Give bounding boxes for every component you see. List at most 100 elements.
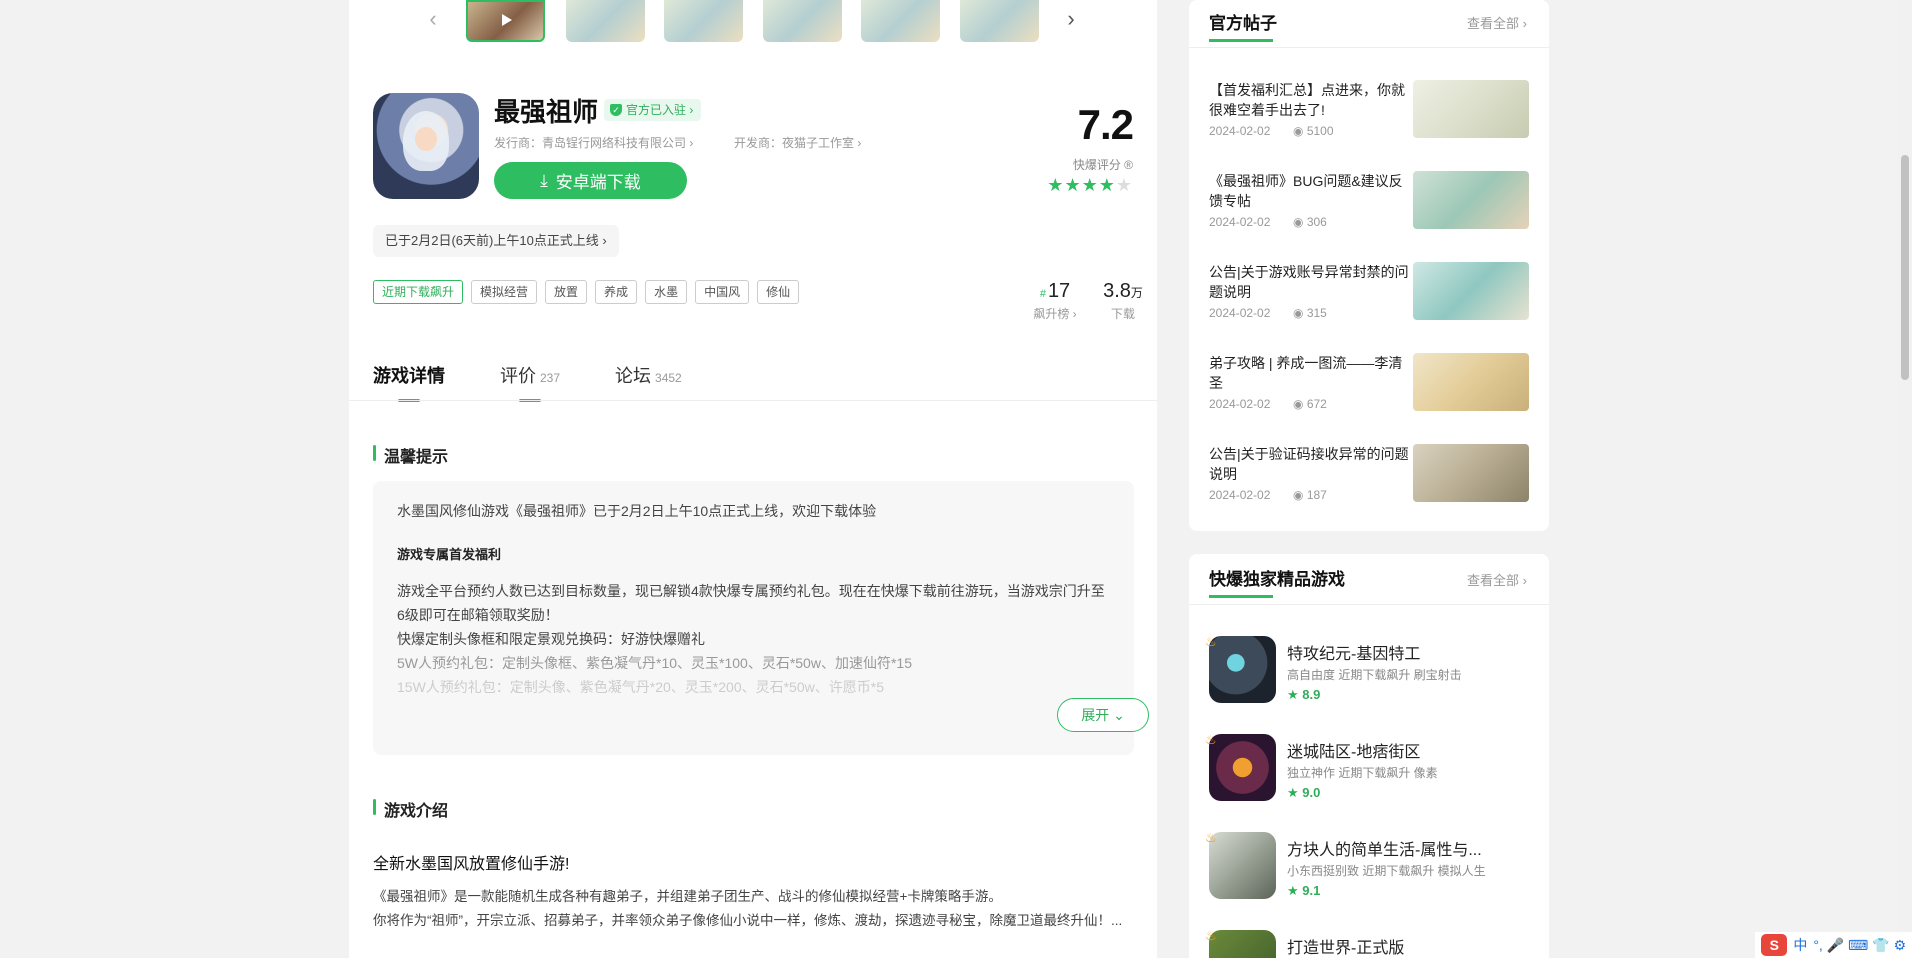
game-item[interactable]: ♨ 方块人的简单生活-属性与... 小东西挺别致 近期下载飙升 模拟人生 ★ 9.1	[1205, 830, 1529, 902]
screenshot-thumbnail[interactable]	[566, 0, 645, 42]
screenshot-thumbnail[interactable]	[763, 0, 842, 42]
eye-icon: ◉	[1293, 215, 1307, 229]
intro-body: 《最强祖师》是一款能随机生成各种有趣弟子，并组建弟子团生产、战斗的修仙模拟经营+…	[373, 885, 1143, 933]
rank-stat[interactable]: #17 飙升榜 ›	[1025, 280, 1085, 322]
post-views: ◉ 5100	[1293, 124, 1334, 138]
game-tags: 近期下载飙升 模拟经营 放置 养成 水墨 中国风 修仙	[373, 280, 800, 304]
developer-link[interactable]: 开发商：夜猫子工作室 ›	[734, 134, 861, 151]
game-tag[interactable]: 中国风	[695, 280, 750, 304]
game-detail-panel: ‹ › 最强祖师 ✓ 官方已入驻 › 发行商：青岛锃行网络科技有限公司 › 开发…	[349, 0, 1157, 958]
scrollbar-thumb[interactable]	[1901, 155, 1909, 380]
game-tags-line: 高自由度 近期下载飙升 刷宝射击	[1287, 668, 1462, 682]
game-tag[interactable]: 放置	[545, 280, 588, 304]
download-icon: ⤓	[540, 170, 548, 190]
eye-icon: ◉	[1293, 488, 1307, 502]
game-name: 方块人的简单生活-属性与...	[1287, 842, 1482, 859]
game-tags-line: 小东西挺别致 近期下载飙升 模拟人生	[1287, 864, 1486, 878]
downloads-label: 下载	[1110, 307, 1135, 321]
screenshot-thumbnail[interactable]	[664, 0, 743, 42]
game-item[interactable]: ♨ 打造世界-正式版	[1205, 928, 1529, 958]
ime-toolbar[interactable]: S 中 °, 🎤 ⌨ 👕 ⚙	[1755, 932, 1912, 958]
intro-heading: 游戏介绍	[373, 797, 448, 821]
post-item[interactable]: 弟子攻略 | 养成一图流——李清圣 2024-02-02 ◉ 672	[1209, 353, 1529, 413]
official-badge[interactable]: ✓ 官方已入驻 ›	[604, 99, 702, 121]
post-item[interactable]: 公告|关于游戏账号异常封禁的问题说明 2024-02-02 ◉ 315	[1209, 262, 1529, 322]
post-views: ◉ 187	[1293, 488, 1327, 502]
game-title: 最强祖师	[494, 97, 599, 127]
publisher-link[interactable]: 发行商：青岛锃行网络科技有限公司 ›	[494, 134, 693, 151]
post-title: 《最强祖师》BUG问题&建议反馈专帖	[1209, 173, 1403, 209]
tab-label: 评价	[500, 366, 536, 386]
post-thumbnail	[1413, 262, 1529, 320]
game-item[interactable]: ♨ 迷城陆区-地痞街区 独立神作 近期下载飙升 像素 ★ 9.0	[1205, 732, 1529, 804]
video-thumbnail[interactable]	[466, 0, 545, 42]
tab-reviews[interactable]: 评价 237	[500, 362, 560, 402]
tab-label: 论坛	[615, 366, 652, 386]
hot-fire-icon: ♨	[1205, 830, 1217, 845]
rank-number: 17	[1047, 280, 1071, 302]
eye-icon: ◉	[1293, 306, 1307, 320]
game-tag[interactable]: 模拟经营	[471, 280, 538, 304]
detail-tabs: 游戏详情 评价 237 论坛 3452	[373, 362, 682, 402]
game-tags-line: 独立神作 近期下载飙升 像素	[1287, 766, 1438, 780]
post-date: 2024-02-02	[1209, 397, 1271, 411]
game-name: 迷城陆区-地痞街区	[1287, 744, 1421, 761]
downloads-number: 3.8	[1103, 280, 1131, 302]
notice-paragraph: 快爆定制头像框和限定景观兑换码：好游快爆赠礼	[397, 631, 705, 647]
tab-label: 游戏详情	[373, 366, 445, 386]
tab-forum[interactable]: 论坛 3452	[615, 362, 682, 388]
post-title: 公告|关于验证码接收异常的问题说明	[1209, 446, 1409, 482]
post-views: ◉ 306	[1293, 215, 1327, 229]
next-arrow-icon[interactable]: ›	[1061, 6, 1081, 32]
posts-see-all-link[interactable]: 查看全部 ›	[1467, 13, 1527, 32]
android-download-button[interactable]: ⤓ 安卓端下载	[494, 162, 687, 199]
game-name: 特攻纪元-基因特工	[1287, 646, 1421, 663]
star-icon: ★	[1081, 175, 1099, 195]
post-thumbnail	[1413, 444, 1529, 502]
post-item[interactable]: 公告|关于验证码接收异常的问题说明 2024-02-02 ◉ 187	[1209, 444, 1529, 504]
eye-icon: ◉	[1293, 124, 1307, 138]
exclusive-games-card: 快爆独家精品游戏 查看全部 › ♨ 特攻纪元-基因特工高自由度 近期下载飙升 刷宝…	[1189, 554, 1549, 958]
post-views: ◉ 315	[1293, 306, 1327, 320]
official-posts-card: 官方帖子 查看全部 › 【首发福利汇总】点进来，你就很难空着手出去了! 2024-…	[1189, 0, 1549, 531]
launch-note[interactable]: 已于2月2日(6天前)上午10点正式上线 ›	[373, 225, 619, 257]
rating-stars: ★★★★★	[1047, 175, 1133, 196]
ime-icons[interactable]: °, 🎤 ⌨ 👕 ⚙	[1813, 937, 1906, 954]
intro-paragraph: 你将作为“祖师”，开宗立派、招募弟子，并率领众弟子像修仙小说中一样，修炼、渡劫，…	[373, 913, 1123, 928]
notice-paragraph: 游戏全平台预约人数已达到目标数量，现已解锁4款快爆专属预约礼包。现在在快爆下载前…	[397, 583, 1105, 623]
post-thumbnail	[1413, 171, 1529, 229]
game-tag[interactable]: 养成	[595, 280, 638, 304]
rating-label: 快爆评分 ®	[1072, 158, 1133, 172]
tab-divider	[349, 400, 1157, 401]
notice-line: 水墨国风修仙游戏《最强祖师》已于2月2日上午10点正式上线，欢迎下载体验	[397, 503, 877, 519]
games-title: 快爆独家精品游戏	[1209, 565, 1345, 598]
game-tag[interactable]: 水墨	[645, 280, 688, 304]
star-icon: ★	[1047, 175, 1065, 195]
star-icon: ★	[1064, 175, 1082, 195]
tab-count: 3452	[655, 371, 682, 385]
post-item[interactable]: 【首发福利汇总】点进来，你就很难空着手出去了! 2024-02-02 ◉ 5100	[1209, 80, 1529, 140]
screenshot-strip: ‹ ›	[349, 0, 1157, 44]
post-item[interactable]: 《最强祖师》BUG问题&建议反馈专帖 2024-02-02 ◉ 306	[1209, 171, 1529, 231]
tab-details[interactable]: 游戏详情	[373, 362, 445, 402]
post-date: 2024-02-02	[1209, 124, 1271, 138]
post-thumbnail	[1413, 353, 1529, 411]
half-star-icon: ★	[1098, 175, 1116, 195]
hot-fire-icon: ♨	[1205, 634, 1217, 649]
game-item[interactable]: ♨ 特攻纪元-基因特工高自由度 近期下载飙升 刷宝射击 ★ 8.9	[1205, 634, 1529, 706]
game-score: ★ 8.9	[1287, 687, 1321, 702]
game-tag[interactable]: 近期下载飙升	[373, 280, 464, 304]
page-scrollbar[interactable]	[1898, 0, 1912, 958]
ime-mode[interactable]: 中	[1793, 935, 1807, 955]
ime-logo-icon[interactable]: S	[1761, 934, 1788, 956]
game-score: ★ 9.0	[1287, 785, 1321, 800]
prev-arrow-icon[interactable]: ‹	[423, 6, 443, 32]
eye-icon: ◉	[1293, 397, 1307, 411]
game-tag[interactable]: 修仙	[757, 280, 800, 304]
screenshot-thumbnail[interactable]	[861, 0, 940, 42]
expand-button[interactable]: 展开 ⌄	[1057, 698, 1149, 732]
downloads-unit: 万	[1130, 286, 1143, 300]
games-see-all-link[interactable]: 查看全部 ›	[1467, 570, 1527, 589]
post-date: 2024-02-02	[1209, 488, 1271, 502]
screenshot-thumbnail[interactable]	[960, 0, 1039, 42]
